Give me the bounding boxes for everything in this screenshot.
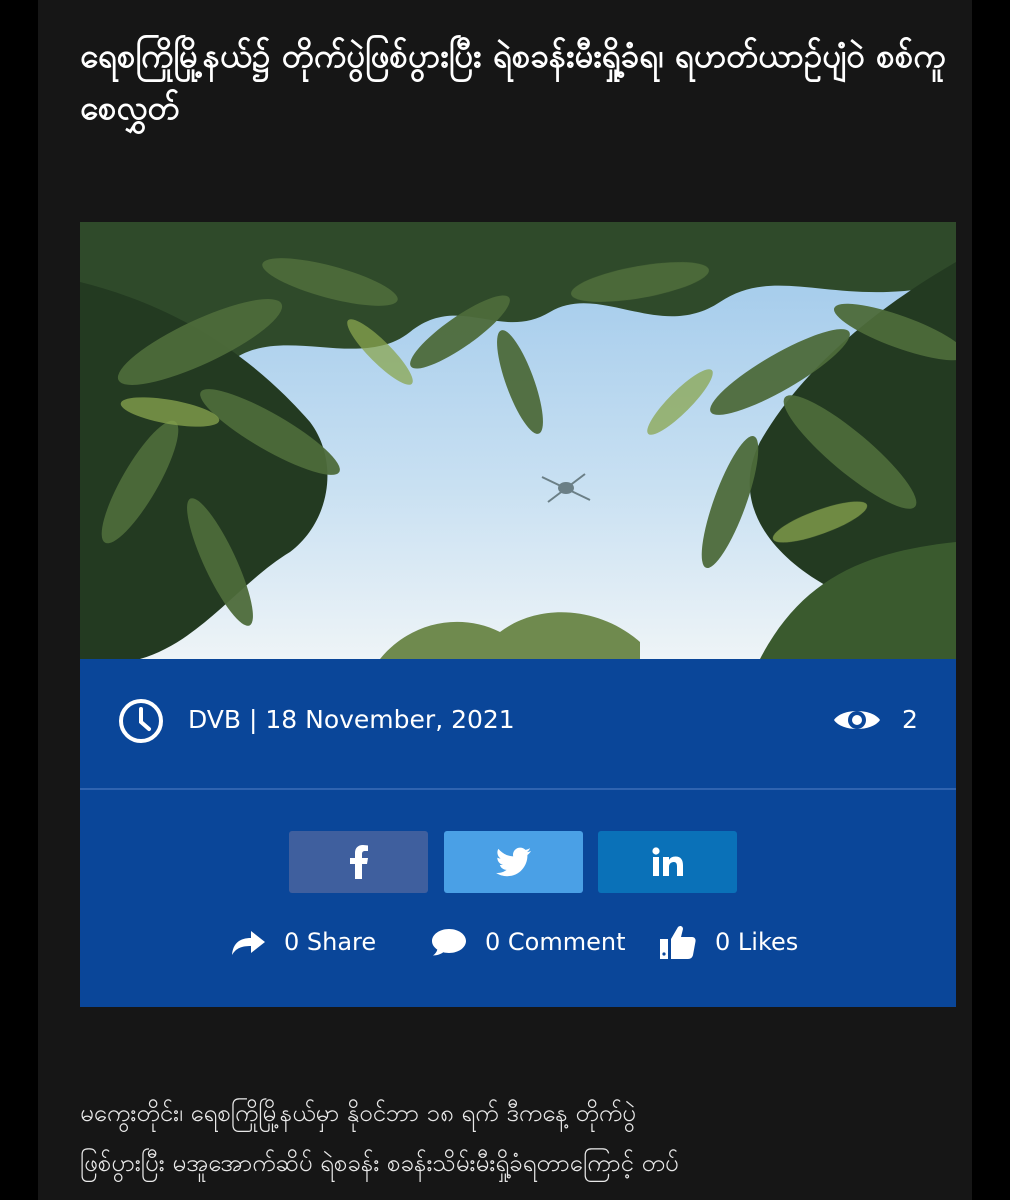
facebook-icon: [349, 845, 368, 879]
view-count: 2: [902, 705, 918, 734]
right-margin: [972, 0, 1010, 1200]
share-arrow-icon: [232, 931, 265, 955]
body-line: မကွေးတိုင်း၊ ရေစကြိုမြို့နယ်မှာ နိုဝင်ဘာ…: [80, 1099, 636, 1127]
linkedin-share-button[interactable]: [598, 831, 737, 893]
thumbs-up-icon: [660, 925, 696, 959]
comment-bubble-icon: [432, 929, 466, 956]
likes-count-label: 0 Likes: [715, 928, 799, 956]
share-count-label: 0 Share: [284, 928, 377, 956]
article-page: ရေစကြိုမြို့နယ်၌ တိုက်ပွဲဖြစ်ပွားပြီး ရဲ…: [38, 0, 972, 1200]
share-count[interactable]: 0 Share: [230, 923, 376, 961]
article-title: ရေစကြိုမြို့နယ်၌ တိုက်ပွဲဖြစ်ပွားပြီး ရဲ…: [80, 36, 946, 127]
comment-count-label: 0 Comment: [485, 928, 626, 956]
twitter-share-button[interactable]: [444, 831, 583, 893]
meta-divider: [80, 788, 956, 790]
article-meta-panel: DVB | 18 November, 2021 2 0 Share 0 Comm…: [80, 659, 956, 1007]
comment-count[interactable]: 0 Comment: [431, 923, 625, 961]
hero-photo-illustration: [80, 222, 956, 659]
article-hero-image[interactable]: [80, 222, 956, 659]
twitter-icon: [495, 847, 531, 877]
meta-row: DVB | 18 November, 2021 2: [80, 659, 956, 789]
likes-count[interactable]: 0 Likes: [659, 923, 798, 961]
body-line: ဖြစ်ပွားပြီး မအူအောက်ဆိပ် ရဲစခန်း စခန်းသ…: [80, 1149, 679, 1177]
article-byline: DVB | 18 November, 2021: [188, 705, 515, 734]
linkedin-icon: [651, 847, 683, 876]
left-margin: [0, 0, 38, 1200]
clock-icon: [119, 699, 163, 743]
facebook-share-button[interactable]: [289, 831, 428, 893]
eye-icon: [834, 711, 880, 729]
article-body: မကွေးတိုင်း၊ ရေစကြိုမြို့နယ်မှာ နိုဝင်ဘာ…: [80, 1088, 960, 1188]
